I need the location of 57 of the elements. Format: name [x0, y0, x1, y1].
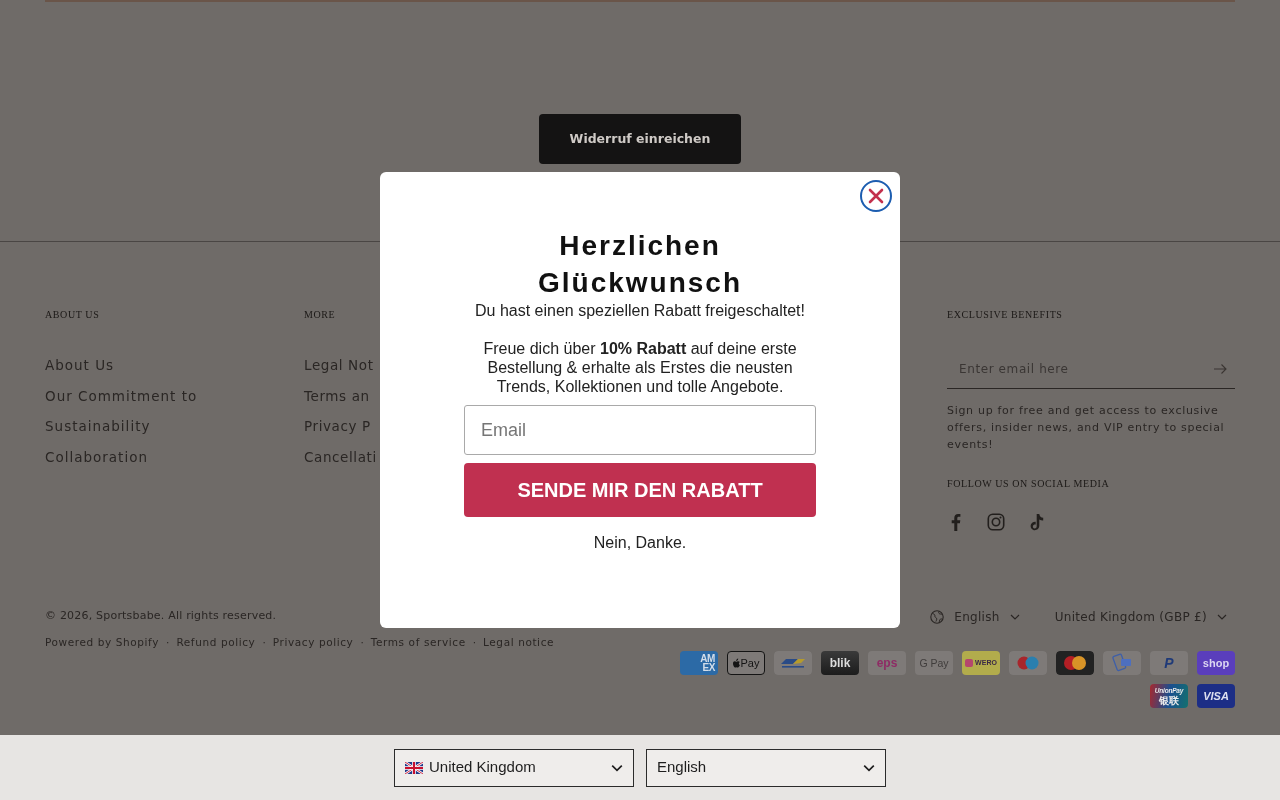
footer-link[interactable]: Legal Not: [304, 350, 374, 381]
payment-logo: AM EX: [680, 651, 718, 675]
footer-heading: FOLLOW US ON SOCIAL MEDIA: [947, 478, 1110, 490]
instagram-icon[interactable]: [987, 513, 1005, 531]
chevron-down-icon: [1217, 614, 1227, 620]
policy-link[interactable]: Terms of service: [370, 633, 466, 651]
policy-link[interactable]: Refund policy: [176, 633, 256, 651]
payment-logo: P: [1150, 651, 1188, 675]
newsletter-text: Sign up for free and get access to exclusive offers, insider news, and VIP entry to special events!: [947, 403, 1226, 453]
separator: ·: [166, 635, 170, 650]
language-select[interactable]: English: [646, 748, 886, 787]
popup-subtitle: Du hast einen speziellen Rabatt freigeschaltet!: [474, 301, 806, 320]
close-button[interactable]: [860, 180, 892, 212]
policy-link[interactable]: Powered by Shopify: [45, 633, 160, 651]
policy-link[interactable]: Legal notice: [483, 633, 555, 651]
arrow-right-icon[interactable]: [1213, 363, 1227, 375]
mastercard-icon: [1056, 651, 1094, 675]
logo-mark-icon: [965, 659, 974, 667]
language-selector[interactable]: English: [922, 607, 1028, 627]
flag-icon: [405, 761, 423, 774]
chevron-down-icon: [1009, 614, 1020, 620]
separator: ·: [472, 635, 477, 650]
footer-link[interactable]: Privacy P: [304, 411, 371, 442]
chevron-down-icon[interactable]: [863, 763, 875, 772]
footer-link[interactable]: Cancellati: [304, 441, 377, 472]
country-select[interactable]: United Kingdom: [394, 748, 634, 787]
payment-logo: shop: [1197, 651, 1235, 675]
popup-text: Freue dich über 10% Rabatt auf deine erste Bestellung & erhalte als Erstes die neusten Trends, Kollektionen und tolle Angebote.: [482, 339, 798, 396]
bancontact-icon: [774, 651, 812, 675]
payment-logo: blik: [821, 651, 859, 675]
separator: ·: [360, 635, 364, 650]
policy-link[interactable]: Privacy policy: [272, 633, 354, 651]
footer-link[interactable]: Terms an: [304, 380, 370, 411]
payment-logo: VISA: [1197, 684, 1235, 708]
payment-logo: G Pay: [915, 651, 953, 675]
footer-link[interactable]: Collaboration: [45, 441, 148, 472]
apple-icon: [732, 658, 740, 668]
copyright-text: © 2026, Sportsbabe. All rights reserved.: [45, 608, 277, 624]
footer-heading: EXCLUSIVE BENEFITS: [947, 309, 1063, 321]
withdrawal-button[interactable]: Widerruf einreichen: [539, 114, 741, 164]
decline-link[interactable]: Nein, Danke.: [593, 533, 687, 552]
globe-icon: [930, 610, 945, 624]
payment-logo: eps: [868, 651, 906, 675]
send-discount-button[interactable]: SENDE MIR DEN RABATT: [464, 463, 816, 517]
footer-link[interactable]: Our Commitment to Sustainability: [45, 380, 255, 442]
logo-text: Pay: [740, 657, 760, 669]
country-selector[interactable]: United Kingdom (GBP £): [1046, 607, 1235, 627]
maestro-icon: [1009, 651, 1047, 675]
card-icon: [1103, 651, 1141, 675]
popup-title: Herzlichen Glückwunsch: [536, 229, 743, 300]
separator: ·: [262, 635, 266, 650]
chevron-down-icon[interactable]: [611, 763, 623, 772]
footer-heading: MORE: [304, 309, 336, 321]
email-field[interactable]: Email: [464, 405, 816, 455]
footer-link[interactable]: About Us: [45, 350, 115, 381]
close-icon: [868, 188, 884, 204]
footer-heading: ABOUT US: [45, 309, 100, 321]
